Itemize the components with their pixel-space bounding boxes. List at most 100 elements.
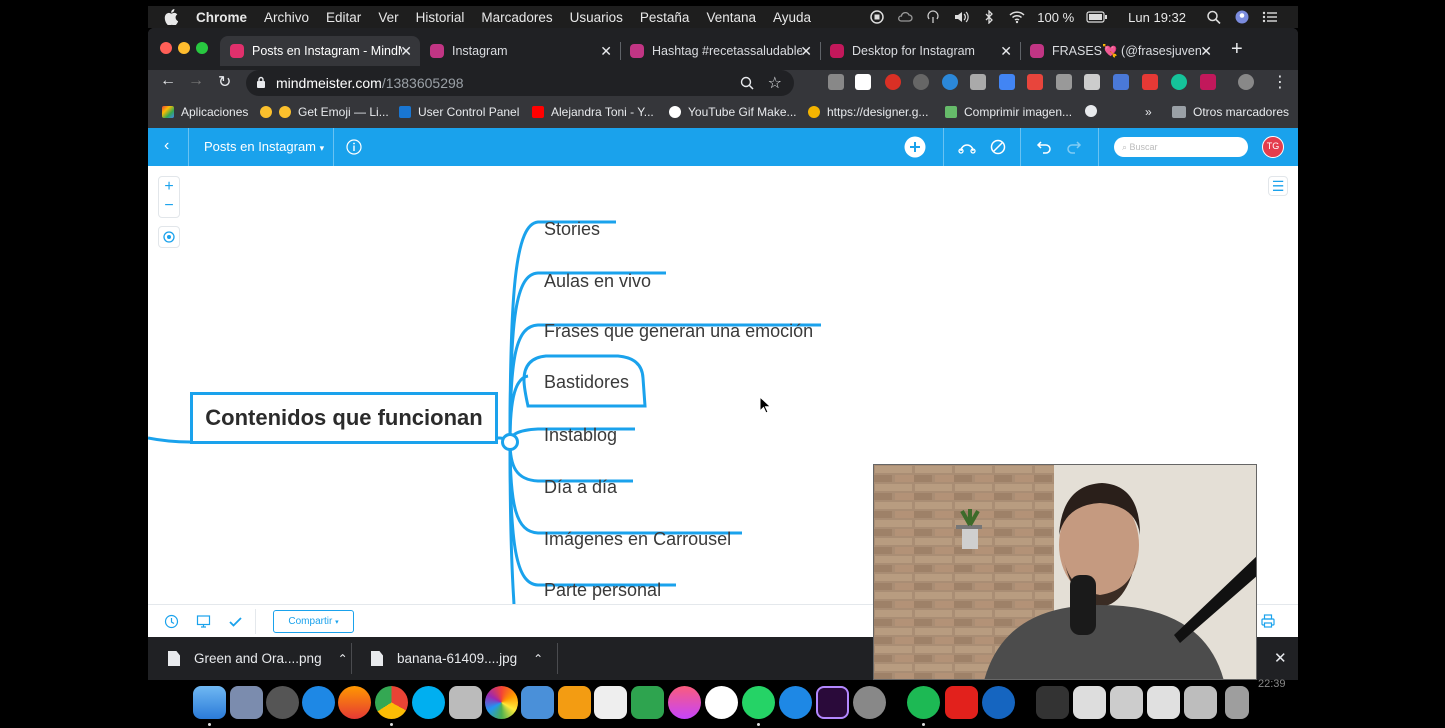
window-thumbnail[interactable] bbox=[1036, 686, 1069, 719]
pages-dock-icon[interactable] bbox=[558, 686, 591, 719]
back-icon[interactable]: ← bbox=[160, 72, 176, 90]
slack-dock-icon[interactable] bbox=[705, 686, 738, 719]
volume-icon[interactable] bbox=[953, 10, 969, 24]
menu-archivo[interactable]: Archivo bbox=[264, 10, 309, 25]
avatar[interactable]: TG bbox=[1262, 136, 1284, 158]
tab-close-icon[interactable]: ✕ bbox=[800, 43, 812, 60]
profile-icon[interactable] bbox=[1238, 74, 1254, 90]
youtube-extension-icon[interactable] bbox=[1142, 74, 1158, 90]
info-icon[interactable] bbox=[346, 139, 362, 155]
mindmap-node-stories[interactable]: Stories bbox=[544, 219, 600, 240]
menubar-clock[interactable]: Lun 19:32 bbox=[1128, 10, 1186, 25]
menu-marcadores[interactable]: Marcadores bbox=[481, 10, 552, 25]
pen-extension-icon[interactable] bbox=[970, 74, 986, 90]
tab-posts-en-instagram[interactable]: Posts en Instagram - MindM ✕ bbox=[220, 36, 420, 66]
finder-dock-icon[interactable] bbox=[193, 686, 226, 719]
keynote-dock-icon[interactable] bbox=[521, 686, 554, 719]
bookmark-comprimir-imagen[interactable]: Comprimir imagen... bbox=[945, 105, 1072, 119]
mindmap-node-dia-a-dia[interactable]: Día a día bbox=[544, 477, 617, 498]
window-close-button[interactable] bbox=[160, 42, 172, 54]
cancel-icon[interactable] bbox=[990, 139, 1006, 155]
mindmap-node-frases[interactable]: Frases que generan una emoción bbox=[544, 321, 813, 342]
mindmap-node-instablog[interactable]: Instablog bbox=[544, 425, 617, 446]
record-icon[interactable] bbox=[869, 10, 885, 24]
menu-app-name[interactable]: Chrome bbox=[196, 10, 247, 25]
bookmark-star-icon[interactable]: ☆ bbox=[768, 73, 782, 93]
window-minimize-button[interactable] bbox=[178, 42, 190, 54]
tab-desktop-for-instagram[interactable]: Desktop for Instagram ✕ bbox=[820, 36, 1020, 66]
firefox-dock-icon[interactable] bbox=[338, 686, 371, 719]
zoom-search-icon[interactable] bbox=[740, 76, 754, 90]
bookmark-globe[interactable] bbox=[1085, 105, 1097, 117]
code-extension-icon[interactable] bbox=[828, 74, 844, 90]
safari-dock-icon[interactable] bbox=[302, 686, 335, 719]
history-icon[interactable] bbox=[164, 614, 179, 629]
apple-menu-icon[interactable] bbox=[164, 9, 178, 25]
battery-icon[interactable] bbox=[1086, 10, 1108, 24]
bookmark-aplicaciones[interactable]: Aplicaciones bbox=[162, 105, 248, 119]
bookmark-user-control-panel[interactable]: User Control Panel bbox=[399, 105, 519, 119]
cloud-icon[interactable] bbox=[897, 10, 913, 24]
photos-dock-icon[interactable] bbox=[485, 686, 518, 719]
app-store-dock-icon[interactable] bbox=[779, 686, 812, 719]
trash-dock-icon[interactable] bbox=[1225, 686, 1249, 719]
mindmap-node-bastidores[interactable]: Bastidores bbox=[544, 372, 629, 393]
wm-extension-icon[interactable] bbox=[855, 74, 871, 90]
connect-icon[interactable] bbox=[958, 139, 976, 155]
itunes-dock-icon[interactable] bbox=[668, 686, 701, 719]
lock-icon[interactable] bbox=[256, 76, 266, 89]
bookmarks-overflow-button[interactable]: » bbox=[1145, 105, 1152, 119]
more-menu-icon[interactable]: ⋮ bbox=[1272, 72, 1288, 92]
d-extension-icon[interactable] bbox=[1200, 74, 1216, 90]
whatsapp-dock-icon[interactable] bbox=[742, 686, 775, 719]
extension-icon[interactable] bbox=[913, 74, 929, 90]
new-tab-button[interactable]: + bbox=[1231, 38, 1243, 61]
bookmark-otros-marcadores[interactable]: Otros marcadores bbox=[1172, 105, 1289, 119]
extension-icon[interactable] bbox=[942, 74, 958, 90]
wifi-icon[interactable] bbox=[1009, 10, 1025, 24]
menu-ayuda[interactable]: Ayuda bbox=[773, 10, 811, 25]
undo-icon[interactable] bbox=[1036, 139, 1052, 155]
reload-icon[interactable]: ↻ bbox=[218, 72, 231, 92]
window-thumbnail[interactable] bbox=[1110, 686, 1143, 719]
menu-usuarios[interactable]: Usuarios bbox=[570, 10, 623, 25]
pinterest-extension-icon[interactable] bbox=[885, 74, 901, 90]
download-item[interactable]: Green and Ora....png ⌃ bbox=[168, 637, 348, 680]
window-thumbnail[interactable] bbox=[1073, 686, 1106, 719]
map-title-dropdown[interactable]: Posts en Instagram ▾ bbox=[204, 139, 324, 154]
extension-icon[interactable] bbox=[1084, 74, 1100, 90]
bookmark-youtube-gif-maker[interactable]: YouTube Gif Make... bbox=[669, 105, 797, 119]
acrobat-dock-icon[interactable] bbox=[945, 686, 978, 719]
window-thumbnail[interactable] bbox=[1147, 686, 1180, 719]
iq-extension-icon[interactable] bbox=[999, 74, 1015, 90]
presentation-icon[interactable] bbox=[196, 614, 211, 629]
window-zoom-button[interactable] bbox=[196, 42, 208, 54]
tab-close-icon[interactable]: ✕ bbox=[400, 43, 412, 60]
window-thumbnail[interactable] bbox=[1184, 686, 1217, 719]
user-account-icon[interactable] bbox=[1234, 10, 1250, 24]
add-topic-button[interactable] bbox=[904, 136, 926, 158]
menu-editar[interactable]: Editar bbox=[326, 10, 361, 25]
address-bar[interactable]: mindmeister.com/1383605298 ☆ bbox=[246, 70, 794, 96]
bookmark-get-emoji[interactable]: Get Emoji — Li... bbox=[260, 105, 389, 119]
k-extension-icon[interactable] bbox=[1027, 74, 1043, 90]
mindmap-node-imagenes-carrousel[interactable]: Imágenes en Carrousel bbox=[544, 529, 731, 550]
download-item[interactable]: banana-61409....jpg ⌃ bbox=[371, 637, 543, 680]
notes-dock-icon[interactable] bbox=[449, 686, 482, 719]
menu-ventana[interactable]: Ventana bbox=[706, 10, 756, 25]
translate-extension-icon[interactable] bbox=[1113, 74, 1129, 90]
notification-center-icon[interactable] bbox=[1262, 10, 1278, 24]
spotify-dock-icon[interactable] bbox=[907, 686, 940, 719]
grammarly-extension-icon[interactable] bbox=[1171, 74, 1187, 90]
chrome-dock-icon[interactable] bbox=[375, 686, 408, 719]
tab-close-icon[interactable]: ✕ bbox=[600, 43, 612, 60]
print-icon[interactable] bbox=[1260, 613, 1276, 629]
menu-pestana[interactable]: Pestaña bbox=[640, 10, 690, 25]
launchpad-dock-icon[interactable] bbox=[266, 686, 299, 719]
airdrop-icon[interactable] bbox=[925, 10, 941, 24]
system-preferences-dock-icon[interactable] bbox=[853, 686, 886, 719]
menu-historial[interactable]: Historial bbox=[416, 10, 465, 25]
premiere-pro-dock-icon[interactable] bbox=[816, 686, 849, 719]
spotlight-search-icon[interactable] bbox=[1206, 10, 1222, 24]
mindmap-node-aulas-en-vivo[interactable]: Aulas en vivo bbox=[544, 271, 651, 292]
